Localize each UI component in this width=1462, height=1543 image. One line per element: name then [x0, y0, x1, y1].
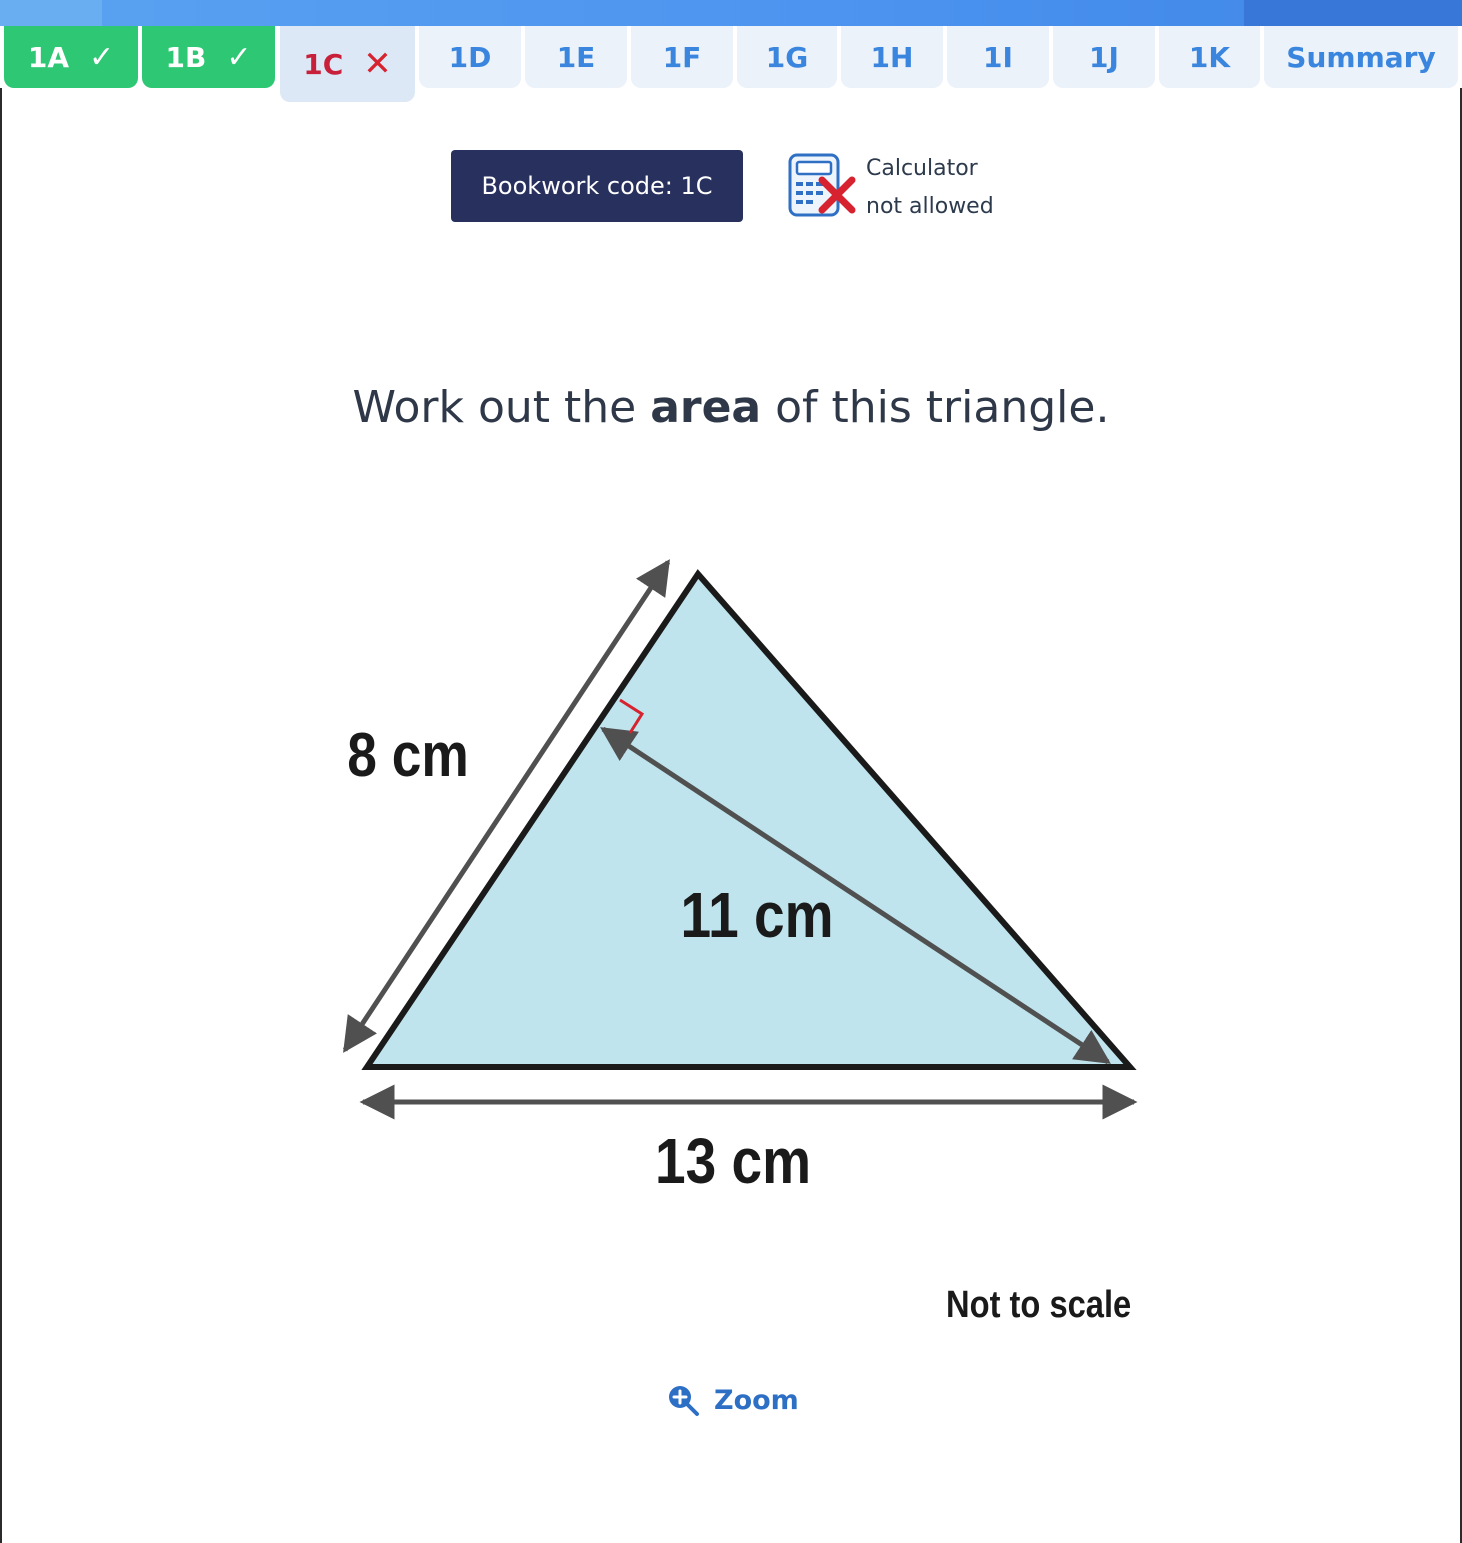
base-label: 13 cm: [655, 1125, 811, 1197]
tab-1c[interactable]: 1C ✕: [280, 26, 415, 102]
zoom-button[interactable]: Zoom: [666, 1380, 799, 1420]
question-text: Work out the area of this triangle.: [0, 382, 1462, 433]
tab-1b[interactable]: 1B ✓: [142, 26, 275, 88]
check-icon: ✓: [226, 39, 252, 75]
bookwork-code-label: Bookwork code: 1C: [481, 172, 713, 200]
tab-1g[interactable]: 1G: [737, 26, 837, 88]
not-to-scale-note: Not to scale: [946, 1284, 1132, 1326]
triangle-diagram: 8 cm 11 cm 13 cm: [342, 559, 1138, 1197]
tab-1k[interactable]: 1K: [1159, 26, 1260, 88]
tab-summary[interactable]: Summary: [1264, 26, 1458, 88]
tab-1a[interactable]: 1A ✓: [4, 26, 138, 88]
frame-left-border: [0, 88, 2, 1543]
tab-label: 1C: [303, 47, 344, 81]
check-icon: ✓: [89, 39, 115, 75]
tab-label: 1G: [765, 40, 809, 74]
tab-1h[interactable]: 1H: [841, 26, 943, 88]
calculator-label: Calculator: [866, 156, 978, 181]
tab-label: 1A: [27, 40, 69, 74]
side-label: 8 cm: [347, 721, 469, 790]
tab-1d[interactable]: 1D: [419, 26, 521, 88]
zoom-in-icon: [669, 1386, 699, 1416]
tab-label: 1E: [556, 40, 596, 74]
tab-1f[interactable]: 1F: [631, 26, 733, 88]
bookwork-code-badge: Bookwork code: 1C: [451, 150, 743, 222]
tab-label: 1K: [1188, 40, 1231, 74]
calculator-not-allowed-icon: [788, 153, 856, 217]
tab-label: Summary: [1286, 40, 1436, 74]
zoom-label: Zoom: [714, 1384, 799, 1416]
progress-strip-right: [1244, 0, 1462, 26]
triangle-shape: [361, 569, 1137, 1070]
calculator-status: Calculator not allowed: [866, 150, 1066, 226]
tab-label: 1F: [662, 40, 702, 74]
cross-icon: ✕: [363, 44, 392, 84]
top-progress-strip: [0, 0, 1462, 26]
question-suffix: of this triangle.: [761, 382, 1110, 433]
tab-label: 1B: [165, 40, 207, 74]
tab-label: 1I: [983, 40, 1013, 74]
height-label: 11 cm: [681, 879, 834, 951]
calculator-status-label: not allowed: [866, 194, 994, 219]
tab-label: 1D: [448, 40, 492, 74]
progress-strip-left: [0, 0, 102, 26]
tab-label: 1H: [870, 40, 914, 74]
tab-1j[interactable]: 1J: [1053, 26, 1155, 88]
question-keyword: area: [650, 382, 762, 433]
question-prefix: Work out the: [352, 382, 651, 433]
tab-1e[interactable]: 1E: [525, 26, 627, 88]
tab-label: 1J: [1089, 40, 1119, 74]
tab-1i[interactable]: 1I: [947, 26, 1049, 88]
